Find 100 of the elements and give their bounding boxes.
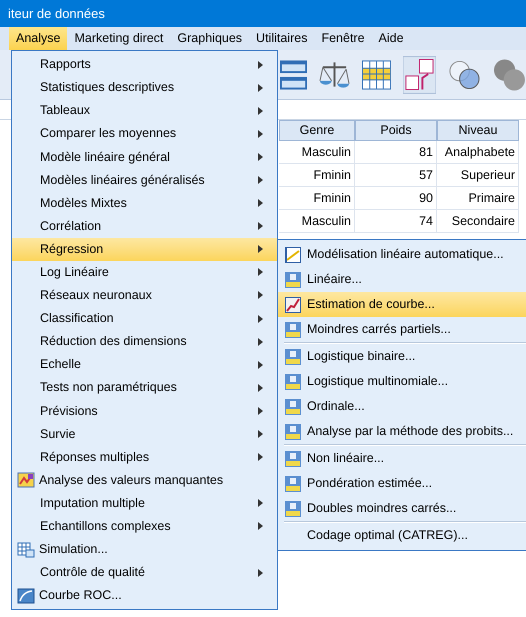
menu-label: Tests non paramétriques: [39, 379, 177, 396]
menu-entry[interactable]: Analyse par la méthode des probits...: [278, 419, 526, 444]
menu-entry[interactable]: Imputation multiple: [12, 492, 277, 515]
menu-label: Moindres carrés partiels...: [307, 321, 451, 338]
menu-entry[interactable]: Linéaire...: [278, 267, 526, 292]
menu-entry[interactable]: Survie: [12, 422, 277, 446]
menu-entry[interactable]: Corrélation: [12, 214, 277, 238]
menu-label: Modèles linéaires généralisés: [39, 172, 205, 189]
menu-entry[interactable]: Contrôle de qualité: [12, 561, 277, 584]
menu-label: Modèle linéaire général: [39, 148, 170, 166]
submenu-arrow-icon: [258, 222, 263, 230]
value-labels-icon[interactable]: [403, 56, 436, 94]
menu-entry[interactable]: Prévisions: [12, 399, 277, 422]
column-header[interactable]: Poids: [355, 120, 437, 141]
submenu-arrow-icon: [258, 453, 263, 462]
menu-label: Corrélation: [39, 218, 102, 235]
submenu-arrow-icon: [258, 291, 263, 300]
column-header[interactable]: Niveau: [437, 120, 519, 141]
menu-entry[interactable]: Log Linéaire: [12, 260, 277, 284]
menu-entry[interactable]: Moindres carrés partiels...: [278, 317, 526, 342]
menu-label: Pondération estimée...: [307, 475, 432, 492]
menu-label: Non linéaire...: [307, 450, 384, 468]
submenu-arrow-icon: [258, 176, 263, 184]
menu-label: Simulation...: [39, 541, 108, 558]
submenu-arrow-icon: [258, 130, 263, 138]
menu-entry[interactable]: Modélisation linéaire automatique...: [278, 242, 526, 267]
menu-entry[interactable]: Modèles linéaires généralisés: [12, 168, 277, 192]
menu-entry[interactable]: Modèle linéaire général: [12, 145, 277, 168]
overlapping-circles-icon[interactable]: [493, 58, 526, 92]
menu-item[interactable]: Marketing direct: [67, 27, 170, 50]
menu-entry[interactable]: Logistique multinomiale...: [278, 369, 526, 394]
regression-icon: [285, 500, 301, 516]
curve-icon: [16, 588, 34, 604]
table-cell: Masculin: [279, 210, 355, 233]
menu-label: Codage optimal (CATREG)...: [307, 527, 468, 544]
menu-entry[interactable]: Ordinale...: [278, 394, 526, 419]
menu-label: Statistiques descriptives: [39, 79, 174, 96]
menu-entry[interactable]: Réseaux neuronaux: [12, 284, 277, 308]
table-cell: Primaire: [437, 187, 519, 210]
menu-entry[interactable]: Tests non paramétriques: [12, 376, 277, 400]
submenu-arrow-icon: [258, 60, 263, 69]
menu-label: Régression: [39, 240, 104, 258]
menu-item[interactable]: Analyse: [9, 27, 68, 50]
menu-label: Logistique binaire...: [307, 348, 416, 366]
venn-diagram-icon[interactable]: [448, 58, 482, 90]
menu-entry[interactable]: Classification: [12, 307, 277, 330]
menu-entry[interactable]: Réponses multiples: [12, 446, 277, 469]
menu-entry[interactable]: Comparer les moyennes: [12, 122, 277, 146]
menu-entry[interactable]: Echantillons complexes: [12, 514, 277, 538]
table-cell: 74: [355, 210, 437, 233]
menu-label: Doubles moindres carrés...: [307, 500, 456, 518]
menu-entry[interactable]: Tableaux: [12, 99, 277, 122]
regression-icon: [285, 348, 301, 364]
menu-entry[interactable]: Statistiques descriptives: [12, 76, 277, 100]
menu-label: Prévisions: [39, 402, 98, 420]
menu-label: Estimation de courbe...: [307, 296, 435, 314]
submenu-arrow-icon: [258, 568, 263, 577]
menu-entry[interactable]: Régression: [12, 238, 277, 261]
menu-entry[interactable]: Courbe ROC...: [12, 584, 277, 608]
menu-label: Modèles Mixtes: [39, 194, 127, 212]
submenu-arrow-icon: [258, 245, 263, 254]
menu-label: Ordinale...: [307, 398, 365, 416]
table-cell: 90: [355, 187, 437, 210]
table-cell: 81: [355, 141, 437, 164]
menu-label: Echantillons complexes: [39, 518, 171, 536]
menu-entry[interactable]: Logistique binaire...: [278, 344, 526, 369]
menu-entry[interactable]: Analyse des valeurs manquantes: [12, 468, 277, 492]
menu-entry[interactable]: Echelle: [12, 353, 277, 376]
menu-item[interactable]: Graphiques: [170, 27, 250, 50]
grid-icon[interactable]: [362, 60, 392, 90]
menu-item[interactable]: Fenêtre: [314, 27, 372, 50]
menu-label: Modélisation linéaire automatique...: [307, 246, 504, 264]
regression-icon: [285, 374, 301, 390]
menu-entry[interactable]: Réduction des dimensions: [12, 330, 277, 354]
table-icon[interactable]: [280, 58, 308, 92]
submenu-arrow-icon: [258, 199, 263, 208]
table-cell: Fminin: [279, 164, 355, 187]
menu-entry[interactable]: Estimation de courbe...: [278, 292, 526, 317]
menu-label: Log Linéaire: [39, 264, 109, 282]
submenu-arrow-icon: [258, 499, 263, 508]
table-cell: Fminin: [279, 187, 355, 210]
menu-entry[interactable]: Doubles moindres carrés...: [278, 496, 526, 521]
submenu-arrow-icon: [258, 152, 263, 161]
menu-item[interactable]: Aide: [372, 27, 411, 50]
menu-label: Réduction des dimensions: [39, 333, 187, 350]
table-cell: 57: [355, 164, 437, 187]
menu-entry[interactable]: Modèles Mixtes: [12, 192, 277, 215]
menu-entry[interactable]: Simulation...: [12, 538, 277, 562]
column-header[interactable]: Genre: [279, 120, 355, 141]
menu-item[interactable]: Utilitaires: [249, 27, 314, 50]
submenu-arrow-icon: [258, 430, 263, 438]
submenu-arrow-icon: [258, 406, 263, 415]
menu-label: Echelle: [39, 356, 81, 374]
menu-entry[interactable]: Pondération estimée...: [278, 471, 526, 496]
submenu-arrow-icon: [258, 106, 263, 115]
menu-entry[interactable]: Codage optimal (CATREG)...: [278, 523, 526, 548]
menu-entry[interactable]: Rapports: [12, 53, 277, 76]
submenu-arrow-icon: [258, 522, 263, 530]
menu-label: Linéaire...: [307, 271, 362, 288]
menu-entry[interactable]: Non linéaire...: [278, 446, 526, 471]
